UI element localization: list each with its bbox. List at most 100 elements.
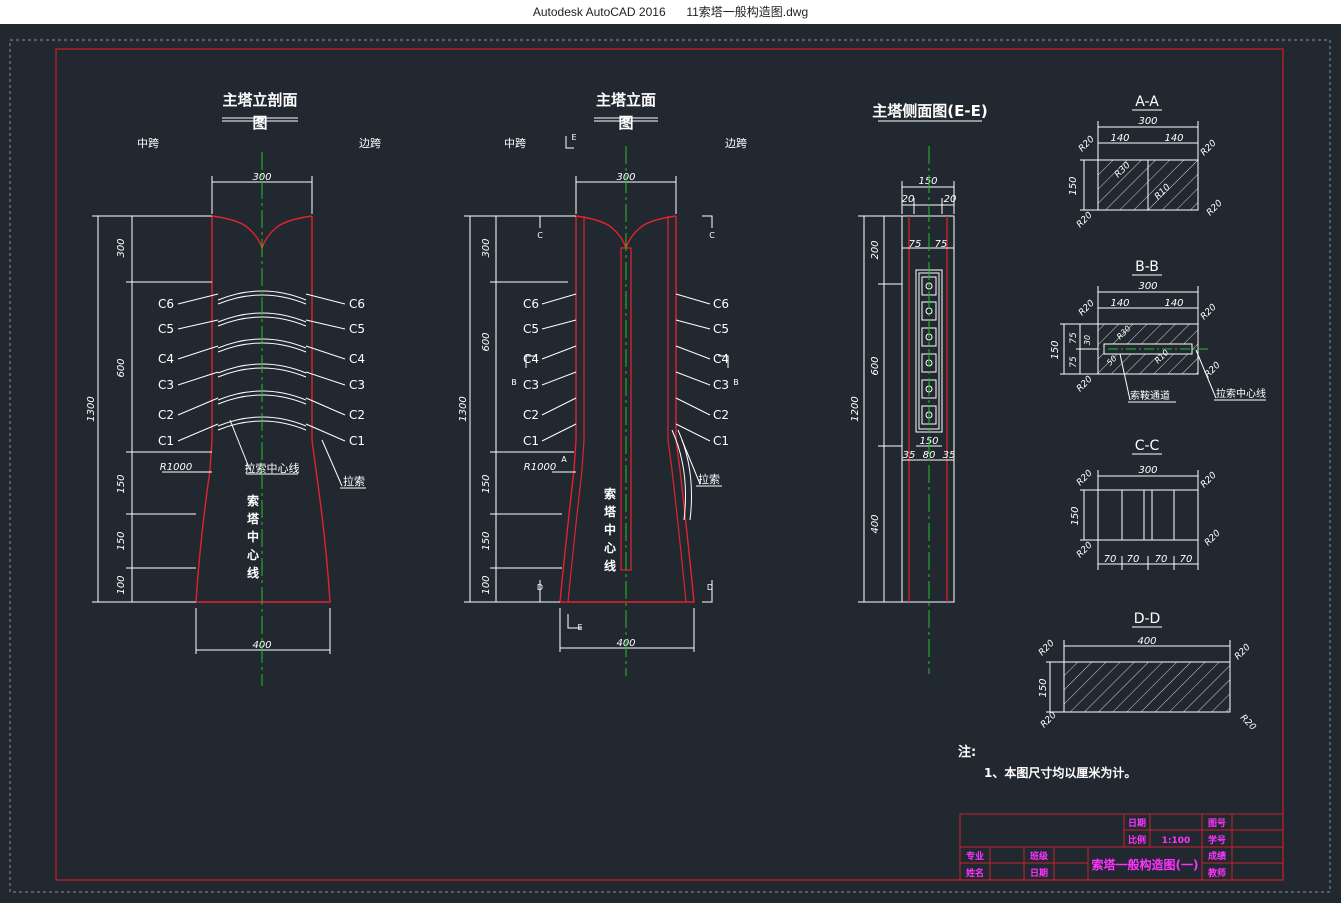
svg-text:R20: R20 (1238, 713, 1258, 733)
svg-text:成绩: 成绩 (1208, 850, 1226, 862)
svg-text:C2: C2 (523, 408, 539, 422)
svg-text:中: 中 (604, 522, 616, 537)
section-aa[interactable]: A-A 300 140 140 150 R20 R20 R20 R20 R30 … (1068, 94, 1225, 230)
svg-text:140: 140 (1164, 133, 1183, 144)
svg-text:R20: R20 (1199, 470, 1219, 490)
svg-text:150: 150 (918, 176, 937, 187)
svg-text:R20: R20 (1203, 360, 1223, 380)
svg-text:塔: 塔 (604, 504, 617, 519)
svg-text:300: 300 (481, 238, 492, 257)
drawing-canvas[interactable]: 主塔立剖面 图 中跨 边跨 300 C6 C5 C4 C3 C2 C1 C6 C… (0, 24, 1341, 899)
svg-text:150: 150 (1038, 678, 1049, 697)
svg-text:600: 600 (481, 332, 492, 351)
elevation-view[interactable]: 主塔立面 图 中跨 边跨 300 C6 C5 C4 C3 C2 C1 C6 C5… (458, 91, 747, 676)
title-block[interactable]: 日期 比例 1:100 图号 学号 专业 班级 成绩 姓名 日期 教师 索塔一般… (959, 813, 1284, 881)
svg-text:R20: R20 (1203, 528, 1223, 548)
svg-text:R20: R20 (1205, 198, 1225, 218)
elevation-title: 主塔立面 (596, 91, 656, 109)
svg-text:R20: R20 (1075, 540, 1095, 560)
svg-text:C5: C5 (523, 322, 539, 336)
svg-text:C3: C3 (158, 378, 174, 392)
svg-text:C6: C6 (158, 297, 174, 311)
svg-text:C6: C6 (713, 297, 729, 311)
bb-center-note: 拉索中心线 (1216, 387, 1266, 400)
svg-text:D: D (537, 583, 543, 592)
svg-text:35: 35 (943, 450, 956, 461)
svg-text:C4: C4 (713, 352, 729, 366)
side-view[interactable]: 主塔侧面图(E-E) 150 20 20 75 75 150 35 80 35 (850, 102, 988, 674)
svg-text:1:100: 1:100 (1162, 836, 1191, 846)
svg-text:C2: C2 (349, 408, 365, 422)
svg-text:70: 70 (1180, 554, 1193, 565)
svg-text:150: 150 (481, 531, 492, 550)
svg-text:140: 140 (1110, 298, 1129, 309)
svg-text:1300: 1300 (458, 396, 469, 421)
svg-text:R20: R20 (1075, 468, 1095, 488)
svg-text:100: 100 (481, 575, 492, 594)
svg-text:B: B (511, 378, 517, 387)
svg-text:比例: 比例 (1128, 834, 1146, 846)
svg-text:C6: C6 (523, 297, 539, 311)
svg-text:拉索: 拉索 (698, 472, 720, 486)
elevation-cable-labels-left: C6 C5 C4 C3 C2 C1 (523, 297, 539, 448)
drawing-title: 索塔一般构造图(一) (1092, 857, 1199, 872)
section-tower-center-label: 索 塔 中 心 线 (247, 493, 260, 580)
elevation-left-label: 中跨 (504, 137, 526, 150)
svg-text:心: 心 (247, 548, 259, 562)
svg-text:D: D (707, 583, 713, 592)
svg-text:C3: C3 (349, 378, 365, 392)
section-title-2: 图 (252, 114, 267, 132)
svg-text:线: 线 (604, 558, 616, 573)
svg-text:C4: C4 (158, 352, 174, 366)
svg-text:140: 140 (1164, 298, 1183, 309)
svg-text:日期: 日期 (1128, 817, 1146, 829)
svg-text:300: 300 (1138, 465, 1157, 476)
svg-text:140: 140 (1110, 133, 1129, 144)
svg-text:专业: 专业 (966, 850, 984, 862)
svg-text:400: 400 (870, 514, 881, 533)
section-radius: R1000 (160, 462, 192, 473)
section-bb[interactable]: B-B 300 140 140 150 75 75 30 50 R20 R20 … (1050, 259, 1266, 403)
svg-text:150: 150 (1070, 506, 1081, 525)
svg-text:R20: R20 (1037, 638, 1057, 658)
svg-text:1300: 1300 (86, 396, 97, 421)
svg-text:75: 75 (935, 239, 948, 250)
svg-text:75: 75 (1069, 356, 1079, 368)
app-title: Autodesk AutoCAD 2016 (532, 5, 666, 19)
svg-text:600: 600 (870, 356, 881, 375)
section-dd[interactable]: D-D 400 150 R20 R20 R20 R20 (1037, 611, 1258, 733)
elevation-tower-center-label: 索 塔 中 心 线 (604, 486, 617, 573)
notes-heading: 注: (958, 744, 976, 760)
notes-line-1: 1、本图尺寸均以厘米为计。 (984, 765, 1136, 780)
section-cable-note: 拉索 (343, 474, 365, 488)
svg-text:300: 300 (1138, 281, 1157, 292)
svg-text:线: 线 (247, 565, 259, 580)
section-cc[interactable]: C-C 300 70 70 70 70 150 R20 R20 R20 R20 (1070, 438, 1223, 570)
svg-text:30: 30 (1083, 335, 1092, 345)
svg-text:1200: 1200 (850, 396, 861, 421)
svg-text:索: 索 (604, 486, 616, 501)
svg-text:图号: 图号 (1208, 818, 1226, 829)
svg-text:C3: C3 (713, 378, 729, 392)
svg-text:150: 150 (116, 531, 127, 550)
svg-text:C2: C2 (158, 408, 174, 422)
svg-text:姓名: 姓名 (965, 867, 984, 879)
svg-text:70: 70 (1127, 554, 1140, 565)
bb-channel-note: 索鞍通道 (1130, 389, 1170, 402)
svg-text:R20: R20 (1077, 298, 1097, 318)
cad-drawing[interactable]: 主塔立剖面 图 中跨 边跨 300 C6 C5 C4 C3 C2 C1 C6 C… (0, 24, 1341, 899)
svg-text:A: A (561, 455, 567, 464)
window-title-bar: Autodesk AutoCAD 2016 11索塔一般构造图.dwg (0, 0, 1341, 24)
svg-text:200: 200 (870, 240, 881, 259)
elevation-title-2: 图 (618, 114, 633, 132)
section-view[interactable]: 主塔立剖面 图 中跨 边跨 300 C6 C5 C4 C3 C2 C1 C6 C… (86, 91, 381, 686)
section-left-label: 中跨 (137, 137, 159, 150)
svg-text:C4: C4 (523, 352, 539, 366)
svg-text:E: E (577, 623, 582, 632)
section-cable-labels-right: C6 C5 C4 C3 C2 C1 (349, 297, 365, 448)
svg-text:C1: C1 (523, 434, 539, 448)
svg-text:R20: R20 (1039, 710, 1059, 730)
svg-text:D-D: D-D (1134, 611, 1161, 627)
svg-text:R20: R20 (1077, 134, 1097, 154)
svg-text:学号: 学号 (1208, 834, 1226, 846)
